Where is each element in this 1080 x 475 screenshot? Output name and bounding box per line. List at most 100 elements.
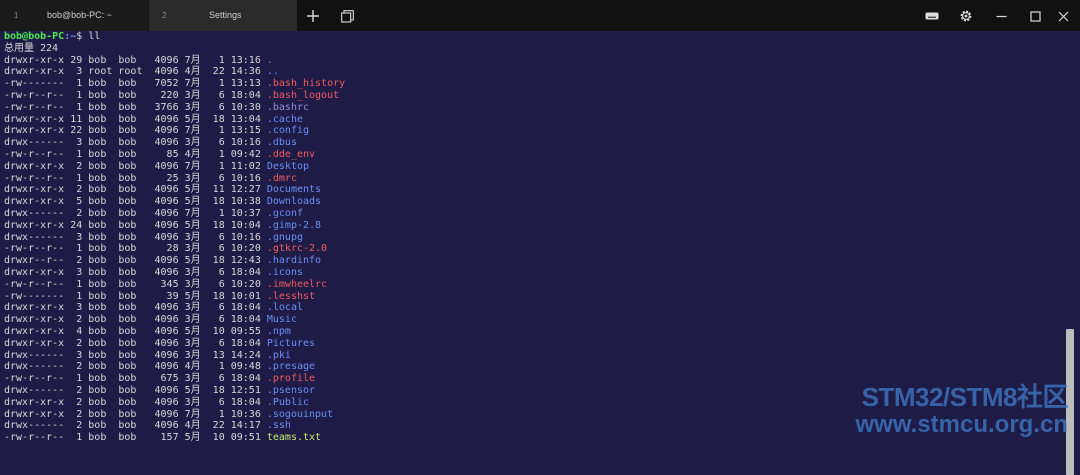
- entry-meta: -rw------- 1 bob bob 39 5月 18 10:01: [4, 290, 267, 302]
- entry-meta: drwxr-xr-x 5 bob bob 4096 5月 18 10:38: [4, 196, 267, 208]
- prompt-user-host: bob@bob-PC: [4, 31, 65, 42]
- entry-meta: drwx------ 2 bob bob 4096 4月 1 09:48: [4, 361, 267, 373]
- listing-row: -rw-r--r-- 1 bob bob 220 3月 6 18:04 .bas…: [4, 90, 345, 102]
- entry-meta: drwxr--r-- 2 bob bob 4096 5月 18 12:43: [4, 255, 267, 267]
- listing-row: drwx------ 2 bob bob 4096 7月 1 10:37 .gc…: [4, 208, 345, 220]
- listing-row: -rw-r--r-- 1 bob bob 345 3月 6 10:20 .imw…: [4, 279, 345, 291]
- terminal-area[interactable]: bob@bob-PC:~$ ll 总用量 224 drwxr-xr-x 29 b…: [0, 31, 1080, 475]
- entry-name: teams.txt: [266, 432, 322, 444]
- entry-meta: drwx------ 3 bob bob 4096 3月 6 10:16: [4, 231, 267, 243]
- entry-name: .local: [266, 302, 303, 314]
- entry-name: Documents: [266, 184, 322, 196]
- entry-name: .bash_history: [266, 78, 346, 90]
- listing-row: drwxr-xr-x 5 bob bob 4096 5月 18 10:38 Do…: [4, 196, 345, 208]
- prompt-path: :~: [64, 31, 77, 42]
- entry-name: .gtkrc-2.0: [266, 243, 328, 255]
- entry-name: .pki: [266, 349, 291, 361]
- maximize-icon[interactable]: [1025, 6, 1045, 26]
- listing-row: drwxr--r-- 2 bob bob 4096 5月 18 12:43 .h…: [4, 255, 345, 267]
- entry-name: .dbus: [266, 137, 297, 149]
- watermark-title: STM32/STM8社区: [861, 382, 1069, 412]
- listing-row: -rw-r--r-- 1 bob bob 3766 3月 6 10:30 .ba…: [4, 102, 345, 114]
- entry-name: .npm: [266, 325, 291, 337]
- entry-meta: drwxr-xr-x 2 bob bob 4096 5月 11 12:27: [4, 184, 267, 196]
- listing-row: drwxr-xr-x 2 bob bob 4096 3月 6 18:04 Pic…: [4, 338, 345, 350]
- listing-row: drwxr-xr-x 2 bob bob 4096 7月 1 11:02 Des…: [4, 161, 345, 173]
- listing-row: drwx------ 3 bob bob 4096 3月 6 10:16 .db…: [4, 137, 345, 149]
- listing-row: drwxr-xr-x 29 bob bob 4096 7月 1 13:16 .: [4, 55, 345, 67]
- watermark: STM32/STM8社区 www.stmcu.org.cn: [855, 382, 1069, 439]
- tab-title: bob@bob-PC: ~: [47, 10, 112, 20]
- listing-row: drwxr-xr-x 3 bob bob 4096 3月 6 18:04 .lo…: [4, 302, 345, 314]
- entry-meta: drwxr-xr-x 29 bob bob 4096 7月 1 13:16: [4, 54, 267, 66]
- entry-meta: -rw-r--r-- 1 bob bob 3766 3月 6 10:30: [4, 101, 267, 113]
- watermark-url: www.stmcu.org.cn: [855, 411, 1068, 438]
- listing-row: drwx------ 2 bob bob 4096 4月 22 14:17 .s…: [4, 420, 345, 432]
- entry-name: ..: [266, 66, 279, 78]
- entry-meta: drwxr-xr-x 2 bob bob 4096 7月 1 11:02: [4, 160, 267, 172]
- listing-row: drwxr-xr-x 22 bob bob 4096 7月 1 13:15 .c…: [4, 125, 345, 137]
- entry-name: .profile: [266, 373, 316, 385]
- listing-row: drwxr-xr-x 3 root root 4096 4月 22 14:36 …: [4, 66, 345, 78]
- listing-row: drwx------ 3 bob bob 4096 3月 6 10:16 .gn…: [4, 232, 345, 244]
- entry-meta: -rw-r--r-- 1 bob bob 25 3月 6 10:16: [4, 172, 267, 184]
- prompt-sign: $: [76, 31, 89, 42]
- tab-settings[interactable]: 2 Settings: [149, 0, 297, 31]
- entry-name: .hardinfo: [266, 255, 322, 267]
- entry-meta: drwxr-xr-x 24 bob bob 4096 5月 18 10:04: [4, 219, 267, 231]
- entry-meta: drwxr-xr-x 3 bob bob 4096 3月 6 18:04: [4, 266, 267, 278]
- entry-meta: drwxr-xr-x 2 bob bob 4096 7月 1 10:36: [4, 408, 267, 420]
- entry-meta: drwx------ 2 bob bob 4096 7月 1 10:37: [4, 207, 267, 219]
- entry-name: .icons: [266, 266, 303, 278]
- keyboard-icon[interactable]: [922, 6, 942, 26]
- entry-meta: drwxr-xr-x 2 bob bob 4096 3月 6 18:04: [4, 314, 267, 326]
- listing-row: drwx------ 3 bob bob 4096 3月 13 14:24 .p…: [4, 350, 345, 362]
- tab-index: 1: [14, 11, 19, 20]
- entry-meta: -rw-r--r-- 1 bob bob 345 3月 6 10:20: [4, 278, 267, 290]
- listing-row: drwxr-xr-x 24 bob bob 4096 5月 18 10:04 .…: [4, 220, 345, 232]
- entry-name: .cache: [266, 113, 303, 125]
- entry-name: .gimp-2.8: [266, 219, 322, 231]
- entry-meta: drwx------ 3 bob bob 4096 3月 13 14:24: [4, 349, 267, 361]
- entry-name: Pictures: [266, 337, 316, 349]
- listing-row: -rw-r--r-- 1 bob bob 157 5月 10 09:51 tea…: [4, 432, 345, 444]
- entry-meta: -rw-r--r-- 1 bob bob 85 4月 1 09:42: [4, 148, 267, 160]
- entry-name: Music: [266, 314, 297, 326]
- prompt-command: ll: [88, 31, 101, 42]
- tab-terminal[interactable]: 1 bob@bob-PC: ~: [0, 0, 148, 31]
- entry-name: .bashrc: [266, 101, 310, 113]
- listing-row: drwxr-xr-x 4 bob bob 4096 5月 10 09:55 .n…: [4, 326, 345, 338]
- total-line: 总用量 224: [4, 42, 59, 54]
- entry-name: .lesshst: [266, 290, 316, 302]
- entry-meta: -rw------- 1 bob bob 7052 7月 1 13:13: [4, 78, 267, 90]
- close-icon[interactable]: [1053, 6, 1073, 26]
- entry-name: Desktop: [266, 160, 310, 172]
- listing-row: drwxr-xr-x 3 bob bob 4096 3月 6 18:04 .ic…: [4, 267, 345, 279]
- listing-row: drwx------ 2 bob bob 4096 4月 1 09:48 .pr…: [4, 361, 345, 373]
- listing-row: -rw-r--r-- 1 bob bob 675 3月 6 18:04 .pro…: [4, 373, 345, 385]
- listing-row: drwxr-xr-x 11 bob bob 4096 5月 18 13:04 .…: [4, 114, 345, 126]
- listing: drwxr-xr-x 29 bob bob 4096 7月 1 13:16 .d…: [4, 55, 345, 444]
- entry-meta: drwxr-xr-x 11 bob bob 4096 5月 18 13:04: [4, 113, 267, 125]
- listing-row: drwxr-xr-x 2 bob bob 4096 3月 6 18:04 .Pu…: [4, 397, 345, 409]
- gear-icon[interactable]: [956, 6, 976, 26]
- entry-name: Downloads: [266, 196, 322, 208]
- entry-name: .Public: [266, 396, 310, 408]
- windows-icon[interactable]: [337, 6, 357, 26]
- title-bar: 1 bob@bob-PC: ~ 2 Settings: [0, 0, 1080, 31]
- entry-meta: -rw-r--r-- 1 bob bob 28 3月 6 10:20: [4, 243, 267, 255]
- entry-name: .psensor: [266, 384, 316, 396]
- entry-meta: drwxr-xr-x 2 bob bob 4096 3月 6 18:04: [4, 337, 267, 349]
- entry-name: .: [266, 54, 273, 66]
- listing-row: -rw-r--r-- 1 bob bob 85 4月 1 09:42 .dde_…: [4, 149, 345, 161]
- minimize-icon[interactable]: [991, 6, 1011, 26]
- listing-row: drwxr-xr-x 2 bob bob 4096 5月 11 12:27 Do…: [4, 184, 345, 196]
- entry-meta: drwx------ 3 bob bob 4096 3月 6 10:16: [4, 137, 267, 149]
- entry-meta: drwxr-xr-x 22 bob bob 4096 7月 1 13:15: [4, 125, 267, 137]
- entry-name: .bash_logout: [266, 89, 340, 101]
- listing-row: drwxr-xr-x 2 bob bob 4096 7月 1 10:36 .so…: [4, 409, 345, 421]
- entry-meta: drwxr-xr-x 3 bob bob 4096 3月 6 18:04: [4, 302, 267, 314]
- entry-meta: drwxr-xr-x 4 bob bob 4096 5月 10 09:55: [4, 325, 267, 337]
- entry-meta: drwx------ 2 bob bob 4096 5月 18 12:51: [4, 384, 267, 396]
- plus-icon[interactable]: [303, 6, 323, 26]
